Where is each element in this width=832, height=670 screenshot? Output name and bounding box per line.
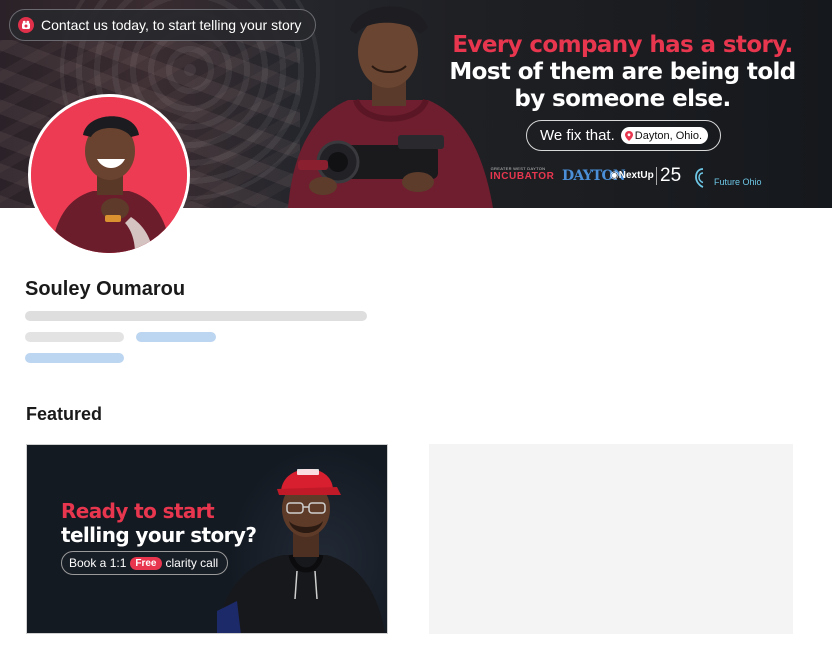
headline-placeholder	[25, 311, 367, 321]
logo-divider	[656, 167, 657, 185]
incubator-logo: GREATER WEST DAYTON INCUBATOR	[490, 166, 555, 182]
fix-pill: We fix that. Dayton, Ohio.	[526, 120, 721, 151]
cta-prefix: Book a 1:1	[69, 556, 127, 570]
future-ohio-logo: Future Ohio	[695, 168, 762, 188]
location-placeholder	[25, 332, 124, 342]
profile-name: Souley Oumarou	[25, 278, 186, 300]
nextup-mark-icon: ◉	[610, 170, 619, 181]
camera-icon	[18, 17, 34, 33]
cta-suffix: clarity call	[165, 556, 219, 570]
card-heading-line-2: telling your story?	[61, 523, 257, 547]
location-chip: Dayton, Ohio.	[620, 127, 709, 144]
location-text: Dayton, Ohio.	[634, 129, 703, 142]
partner-logos: GREATER WEST DAYTON INCUBATOR DAYTON ◉Ne…	[490, 164, 790, 190]
featured-section-title: Featured	[26, 404, 103, 424]
card-heading-line-1: Ready to start	[61, 499, 215, 523]
banner-headline: Every company has a story. Most of them …	[440, 32, 805, 113]
nextup-25-logo: 25	[660, 165, 682, 186]
nextup-logo: ◉NextUp	[610, 170, 654, 181]
headline-line-3: by someone else.	[514, 86, 731, 112]
free-badge: Free	[130, 556, 162, 570]
connections-placeholder-link[interactable]	[25, 353, 124, 363]
avatar-photo	[31, 97, 187, 253]
location-pin-icon	[624, 130, 633, 141]
featured-card-clarity-call[interactable]: Ready to start telling your story? Book …	[26, 444, 388, 634]
future-ohio-icon	[695, 168, 704, 188]
featured-card-placeholder[interactable]	[429, 444, 793, 634]
avatar[interactable]	[28, 94, 190, 256]
card-cta-pill: Book a 1:1 Free clarity call	[61, 551, 228, 575]
contact-text: Contact us today, to start telling your …	[41, 17, 302, 33]
fix-text: We fix that.	[540, 127, 615, 144]
headline-line-2: Most of them are being told	[449, 59, 796, 85]
headline-line-1: Every company has a story.	[452, 32, 793, 58]
contact-info-placeholder-link[interactable]	[136, 332, 216, 342]
